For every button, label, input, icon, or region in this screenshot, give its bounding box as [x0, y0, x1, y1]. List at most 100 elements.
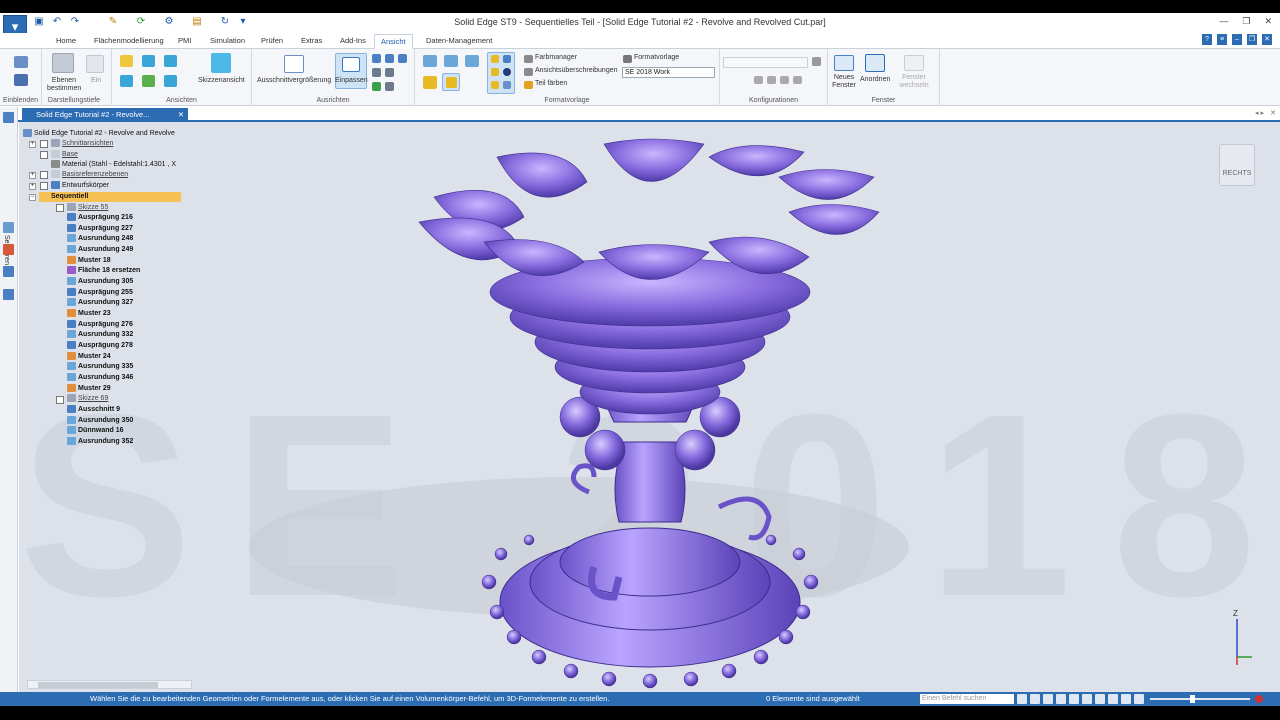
tree-item[interactable]: Dünnwand 16 [67, 426, 124, 436]
tree-item[interactable]: Ausrundung 346 [67, 373, 133, 383]
pan-icon[interactable] [385, 54, 394, 63]
tree-item[interactable]: Skizze 69 [67, 394, 108, 404]
tree-checkbox[interactable] [40, 171, 48, 179]
previous-view-icon[interactable] [372, 82, 381, 91]
tree-item[interactable]: Fläche 18 ersetzen [67, 266, 140, 276]
expand-icon[interactable]: + [29, 172, 36, 179]
tab-pruefen[interactable]: Prüfen [255, 34, 289, 49]
config-icon-1[interactable] [754, 76, 763, 84]
color-icon[interactable] [3, 244, 14, 255]
ein-label[interactable]: Ein [91, 77, 101, 84]
view-iso-icon[interactable] [120, 55, 133, 67]
color-manager-icon[interactable] [524, 55, 533, 63]
anordnen-label[interactable]: Anordnen [860, 76, 890, 83]
status-icon-2[interactable] [1030, 694, 1040, 704]
view-cube[interactable]: RECHTS [1219, 144, 1255, 186]
tree-item[interactable]: Muster 23 [67, 309, 111, 319]
status-icon-6[interactable] [1082, 694, 1092, 704]
config-icon-4[interactable] [793, 76, 802, 84]
tree-item[interactable]: Base [51, 150, 78, 160]
doc-restore-icon[interactable]: ❐ [1247, 34, 1257, 45]
expand-icon[interactable]: + [29, 141, 36, 148]
arrange-icon[interactable] [865, 54, 885, 72]
tab-pmi[interactable]: PMI [172, 34, 197, 49]
status-icon-10[interactable] [1134, 694, 1144, 704]
formatvorlage-label[interactable]: Formatvorlage [634, 54, 679, 61]
config-icon-3[interactable] [780, 76, 789, 84]
tab-ansicht[interactable]: Ansicht [374, 34, 413, 49]
document-close-icon[interactable]: ✕ [178, 108, 184, 121]
teil-faerben-label[interactable]: Teil färben [535, 80, 567, 87]
help-icon[interactable]: ? [1202, 34, 1212, 45]
switch-window-icon[interactable] [904, 55, 924, 71]
tree-root[interactable]: Solid Edge Tutorial #2 - Revolve and Rev… [23, 129, 175, 139]
scroll-thumb[interactable] [38, 682, 158, 688]
tree-item[interactable]: Material (Stahl - Edelstahl:1.4301 , X [51, 160, 176, 170]
minimize-icon[interactable]: — [1219, 16, 1228, 27]
tree-item[interactable]: Ausschnitt 9 [67, 405, 120, 415]
render-icon-2[interactable] [503, 55, 511, 63]
ausschnitt-label[interactable]: Ausschnittvergrößerung [257, 77, 331, 84]
expand-icon[interactable]: + [29, 183, 36, 190]
fenster-wechseln-label[interactable]: Fenster wechseln [897, 74, 931, 90]
tree-checkbox[interactable] [40, 140, 48, 148]
tab-scroll-icon[interactable]: ◂ ▸ [1255, 109, 1264, 117]
tree-item[interactable]: Ausprägung 216 [67, 213, 133, 223]
status-icon-3[interactable] [1043, 694, 1053, 704]
format-style-icon[interactable] [623, 55, 632, 63]
neues-fenster-label[interactable]: Neues Fenster [831, 74, 857, 90]
tab-home[interactable]: Home [50, 34, 82, 49]
tree-item[interactable]: Muster 18 [67, 256, 111, 266]
status-icon-9[interactable] [1121, 694, 1131, 704]
view-front-icon[interactable] [164, 55, 177, 67]
tree-item[interactable]: Ausrundung 352 [67, 437, 133, 447]
tree-item[interactable]: Ausrundung 305 [67, 277, 133, 287]
library-icon[interactable] [3, 266, 14, 277]
tree-item[interactable]: Ausrundung 350 [67, 416, 133, 426]
tree-item[interactable]: Ausprägung 255 [67, 288, 133, 298]
style-wire-icon[interactable] [423, 55, 437, 67]
tab-flaechenmodellierung[interactable]: Flächenmodellierung [88, 34, 170, 49]
tree-checkbox[interactable] [56, 396, 64, 404]
tree-item[interactable]: Basisreferenzebenen [51, 170, 128, 180]
tree-item[interactable]: Ausrundung 249 [67, 245, 133, 255]
tree-horizontal-scrollbar[interactable] [27, 680, 192, 689]
view-top-icon[interactable] [142, 55, 155, 67]
view-right-icon[interactable] [120, 75, 133, 87]
ribbon-minimize-icon[interactable]: ‒ [1232, 34, 1242, 45]
show-icon[interactable] [14, 56, 28, 68]
planes-icon[interactable] [52, 53, 74, 73]
ebenen-bestimmen-label[interactable]: Ebenen bestimmen [47, 77, 81, 93]
tab-add-ins[interactable]: Add-Ins [334, 34, 372, 49]
style-visible-icon[interactable] [465, 55, 479, 67]
config-icon-2[interactable] [767, 76, 776, 84]
ein-icon[interactable] [86, 55, 104, 73]
formatvorlage-select[interactable]: SE 2018 Work [622, 67, 715, 78]
render-icon-1[interactable] [491, 55, 499, 63]
tree-item[interactable]: Ausrundung 335 [67, 362, 133, 372]
render-icon-5[interactable] [491, 81, 499, 89]
tab-daten-management[interactable]: Daten-Management [420, 34, 498, 49]
layout-icon[interactable]: ≡ [1217, 34, 1227, 45]
hide-icon[interactable] [14, 74, 28, 86]
record-icon[interactable] [1255, 695, 1263, 703]
tree-checkbox-checked[interactable] [40, 182, 48, 190]
style-shaded-edges-icon[interactable] [446, 77, 457, 88]
zoom-area-icon[interactable] [284, 55, 304, 73]
tree-checkbox[interactable] [40, 151, 48, 159]
status-icon-7[interactable] [1095, 694, 1105, 704]
status-icon-5[interactable] [1069, 694, 1079, 704]
tree-item[interactable]: Muster 24 [67, 352, 111, 362]
config-save-icon[interactable] [812, 57, 821, 66]
pathfinder-icon[interactable] [3, 112, 14, 123]
einpassen-label[interactable]: Einpassen [335, 77, 368, 84]
tree-item[interactable]: Ausprägung 227 [67, 224, 133, 234]
view-bottom-icon[interactable] [164, 75, 177, 87]
status-icon-8[interactable] [1108, 694, 1118, 704]
style-shaded-icon[interactable] [423, 76, 437, 89]
3d-viewport[interactable]: SE 2018 Solid Edge Tutorial #2 - Revolve… [19, 122, 1280, 692]
render-icon-6[interactable] [503, 81, 511, 89]
status-icon-4[interactable] [1056, 694, 1066, 704]
family-icon[interactable] [3, 289, 14, 300]
tab-simulation[interactable]: Simulation [204, 34, 251, 49]
